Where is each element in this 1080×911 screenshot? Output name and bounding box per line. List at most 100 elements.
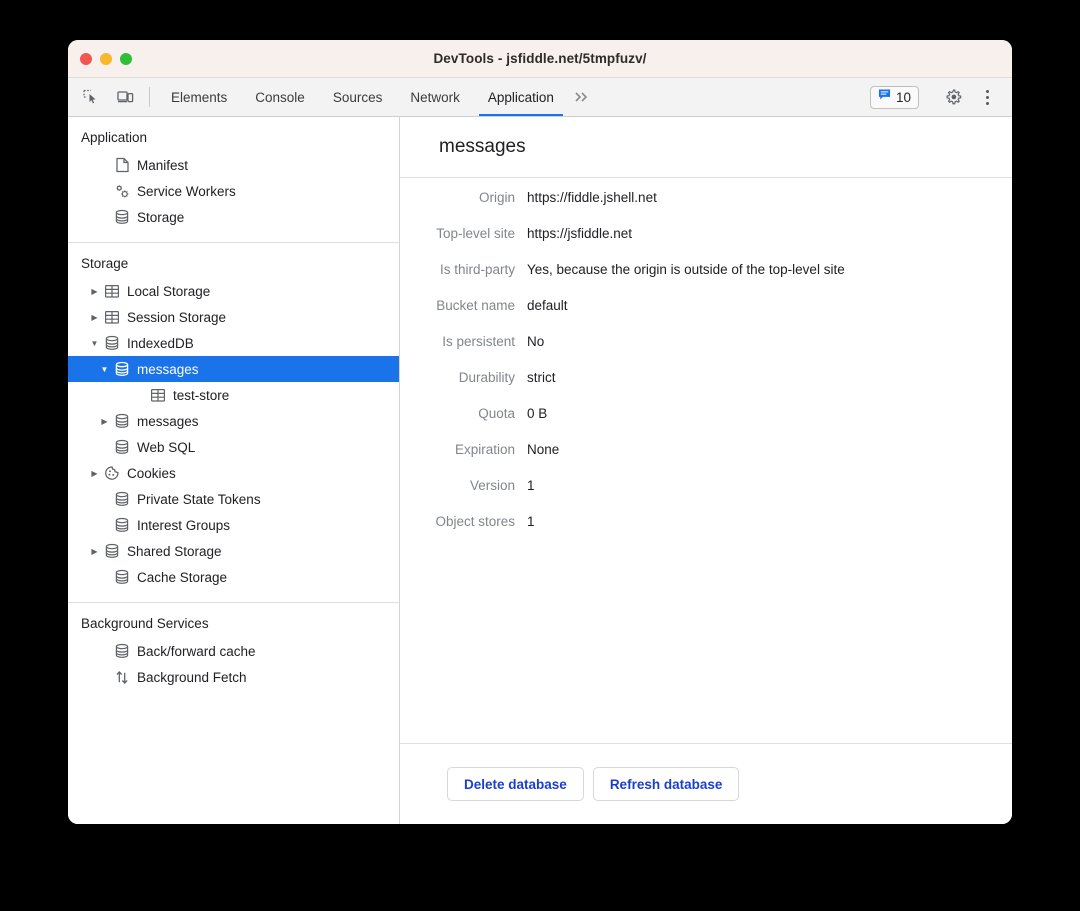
metadata-row-is-third-party: Is third-party Yes, because the origin i… xyxy=(400,262,1012,277)
refresh-database-button[interactable]: Refresh database xyxy=(592,767,740,801)
gear-icon[interactable] xyxy=(936,89,970,106)
sidebar-item-label: IndexedDB xyxy=(127,335,194,351)
sync-arrows-icon xyxy=(111,669,133,686)
sidebar-item-back-forward-cache[interactable]: ▶ Back/forward cache xyxy=(68,638,399,664)
window-controls xyxy=(80,53,132,65)
sidebar-item-web-sql[interactable]: ▶ Web SQL xyxy=(68,434,399,460)
database-icon xyxy=(111,439,133,455)
maximize-window-button[interactable] xyxy=(120,53,132,65)
kebab-menu-icon[interactable] xyxy=(970,89,1004,105)
metadata-row-is-persistent: Is persistent No xyxy=(400,334,1012,349)
metadata-row-durability: Durability strict xyxy=(400,370,1012,385)
tab-console[interactable]: Console xyxy=(241,78,319,116)
sidebar-item-background-fetch[interactable]: ▶ Background Fetch xyxy=(68,664,399,690)
metadata-key: Is persistent xyxy=(442,334,515,349)
sidebar-item-test-store[interactable]: ▶ test-store xyxy=(68,382,399,408)
table-icon xyxy=(101,284,123,299)
tab-network[interactable]: Network xyxy=(396,78,474,116)
disclosure-arrow-expanded-icon[interactable]: ▼ xyxy=(98,365,111,374)
disclosure-arrow-collapsed-icon[interactable]: ▶ xyxy=(88,469,101,478)
sidebar-item-label: Service Workers xyxy=(137,183,236,199)
sidebar-item-session-storage[interactable]: ▶ Session Storage xyxy=(68,304,399,330)
metadata-value: Yes, because the origin is outside of th… xyxy=(527,262,845,277)
sidebar-item-shared-storage[interactable]: ▶ Shared Storage xyxy=(68,538,399,564)
tab-sources[interactable]: Sources xyxy=(319,78,397,116)
sidebar-section-title: Background Services xyxy=(81,616,209,631)
sidebar-section-background-services: Background Services ▶ Back/forward cache… xyxy=(68,603,399,702)
disclosure-arrow-expanded-icon[interactable]: ▼ xyxy=(88,339,101,348)
sidebar-item-label: Background Fetch xyxy=(137,669,247,685)
table-icon xyxy=(147,388,169,403)
database-icon xyxy=(111,643,133,659)
disclosure-arrow-collapsed-icon[interactable]: ▶ xyxy=(88,547,101,556)
sidebar-item-cache-storage[interactable]: ▶ Cache Storage xyxy=(68,564,399,590)
tab-console-label: Console xyxy=(255,89,305,105)
more-tabs-icon[interactable] xyxy=(568,78,600,116)
metadata-row-expiration: Expiration None xyxy=(400,442,1012,457)
application-sidebar[interactable]: Application ▶ Manifest ▶ xyxy=(68,117,400,824)
page-title: messages xyxy=(439,136,526,157)
metadata-row-version: Version 1 xyxy=(400,478,1012,493)
database-icon xyxy=(111,413,133,429)
database-icon xyxy=(111,569,133,585)
sidebar-item-label: Storage xyxy=(137,209,185,225)
database-detail-panel: messages Origin https://fiddle.jshell.ne… xyxy=(400,117,1012,824)
message-icon xyxy=(878,88,891,106)
metadata-row-object-stores: Object stores 1 xyxy=(400,514,1012,529)
tab-network-label: Network xyxy=(410,89,460,105)
metadata-value: None xyxy=(527,442,560,457)
metadata-key: Object stores xyxy=(435,514,515,529)
gears-icon xyxy=(111,183,133,200)
minimize-window-button[interactable] xyxy=(100,53,112,65)
sidebar-item-label: Shared Storage xyxy=(127,543,222,559)
metadata-value: strict xyxy=(527,370,556,385)
sidebar-item-label: Local Storage xyxy=(127,283,211,299)
sidebar-item-storage[interactable]: ▶ Storage xyxy=(68,204,399,230)
metadata-row-bucket-name: Bucket name default xyxy=(400,298,1012,313)
metadata-key: Expiration xyxy=(454,442,515,457)
devtools-body: Application ▶ Manifest ▶ xyxy=(68,117,1012,824)
database-icon xyxy=(111,209,133,225)
database-icon xyxy=(111,361,133,377)
disclosure-arrow-collapsed-icon[interactable]: ▶ xyxy=(88,313,101,322)
metadata-key: Bucket name xyxy=(436,298,515,313)
sidebar-item-label: Back/forward cache xyxy=(137,643,256,659)
metadata-key: Top-level site xyxy=(436,226,515,241)
tab-elements[interactable]: Elements xyxy=(157,78,241,116)
sidebar-item-cookies[interactable]: ▶ Cookies xyxy=(68,460,399,486)
sidebar-item-messages-database[interactable]: ▼ messages xyxy=(68,356,399,382)
sidebar-section-title: Application xyxy=(81,130,148,145)
panel-header: messages xyxy=(400,117,1012,178)
sidebar-item-indexeddb[interactable]: ▼ IndexedDB xyxy=(68,330,399,356)
devtools-window: DevTools - jsfiddle.net/5tmpfuzv/ Elemen… xyxy=(68,40,1012,824)
device-toolbar-icon[interactable] xyxy=(108,78,142,116)
sidebar-item-label: test-store xyxy=(173,387,230,403)
sidebar-item-messages-secondary[interactable]: ▶ messages xyxy=(68,408,399,434)
metadata-key: Is third-party xyxy=(439,262,515,277)
sidebar-item-service-workers[interactable]: ▶ Service Workers xyxy=(68,178,399,204)
console-message-count: 10 xyxy=(895,89,911,105)
sidebar-item-private-state-tokens[interactable]: ▶ Private State Tokens xyxy=(68,486,399,512)
sidebar-section-storage: Storage ▶ Local Storage ▶ Session Storag… xyxy=(68,243,399,603)
disclosure-arrow-collapsed-icon[interactable]: ▶ xyxy=(88,287,101,296)
metadata-value: https://fiddle.jshell.net xyxy=(527,190,657,205)
disclosure-arrow-collapsed-icon[interactable]: ▶ xyxy=(98,417,111,426)
metadata-key: Durability xyxy=(458,370,515,385)
metadata-value: 0 B xyxy=(527,406,548,421)
metadata-row-origin: Origin https://fiddle.jshell.net xyxy=(400,190,1012,205)
sidebar-item-label: Cookies xyxy=(127,465,176,481)
devtools-toolbar: Elements Console Sources Network Applica… xyxy=(68,78,1012,117)
sidebar-item-interest-groups[interactable]: ▶ Interest Groups xyxy=(68,512,399,538)
database-metadata-list: Origin https://fiddle.jshell.net Top-lev… xyxy=(400,178,1012,743)
sidebar-item-label: Private State Tokens xyxy=(137,491,261,507)
tab-application[interactable]: Application xyxy=(474,78,568,116)
delete-database-button[interactable]: Delete database xyxy=(447,767,584,801)
console-message-count-badge[interactable]: 10 xyxy=(869,85,919,109)
inspect-element-icon[interactable] xyxy=(74,78,108,116)
close-window-button[interactable] xyxy=(80,53,92,65)
sidebar-item-manifest[interactable]: ▶ Manifest xyxy=(68,152,399,178)
sidebar-item-label: Web SQL xyxy=(137,439,196,455)
metadata-value: default xyxy=(527,298,568,313)
metadata-key: Origin xyxy=(478,190,515,205)
sidebar-item-local-storage[interactable]: ▶ Local Storage xyxy=(68,278,399,304)
